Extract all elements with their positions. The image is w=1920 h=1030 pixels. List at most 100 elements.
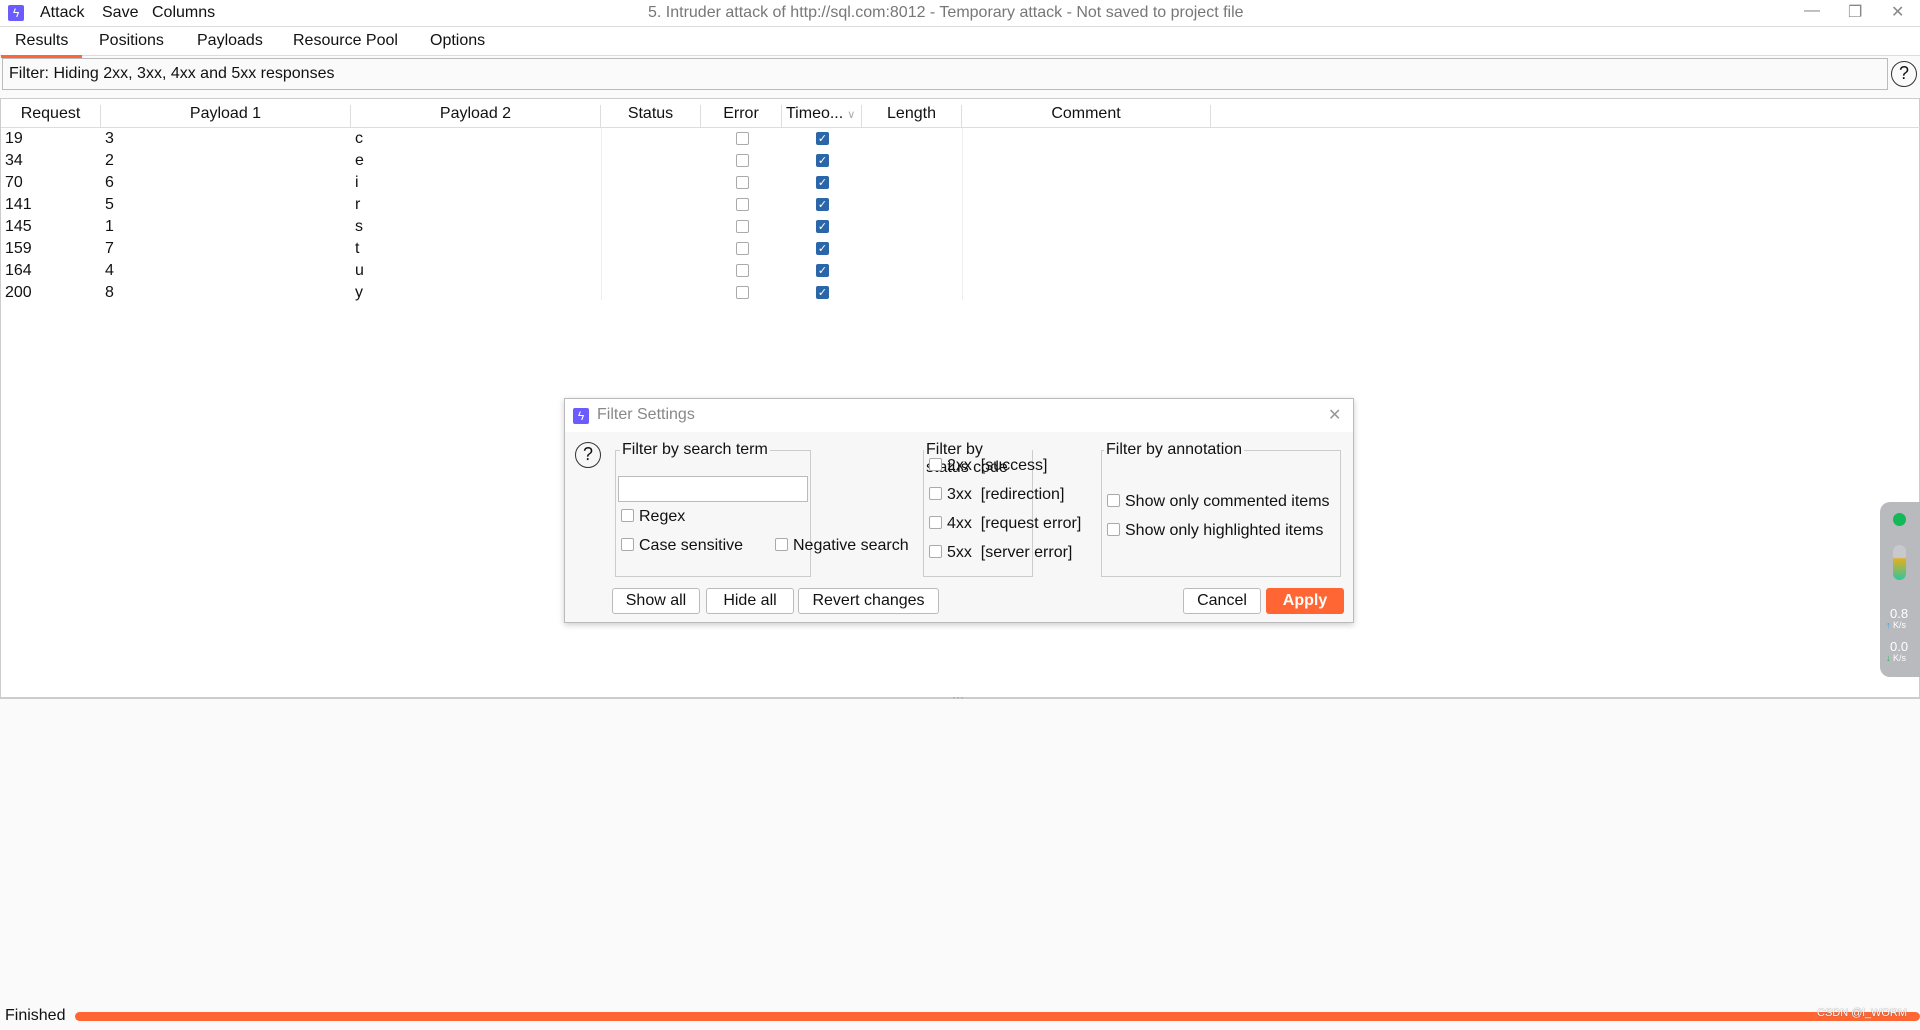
request-cell: 145 [5,218,32,235]
close-icon[interactable]: ✕ [1891,2,1904,22]
request-cell: 141 [5,196,32,213]
tab-options[interactable]: Options [430,32,485,50]
minimize-icon[interactable]: — [1804,2,1820,20]
menu-save[interactable]: Save [102,4,138,22]
payload1-cell: 2 [105,152,114,169]
table-row[interactable]: 34 2 e ✓ [1,150,1211,172]
col-timeout[interactable]: Timeo... ∨ [782,105,862,127]
window-title: 5. Intruder attack of http://sql.com:801… [648,4,1244,21]
commented-items-checkbox[interactable]: Show only commented items [1107,493,1330,511]
highlighted-items-label: Show only highlighted items [1125,522,1324,539]
burp-logo-icon: ϟ [8,5,24,21]
payload1-cell: 7 [105,240,114,257]
cancel-button[interactable]: Cancel [1183,588,1261,614]
checkbox-box[interactable] [1107,523,1120,536]
dialog-help-icon[interactable]: ? [575,442,601,468]
checkbox-box[interactable] [929,516,942,529]
commented-items-label: Show only commented items [1125,493,1330,510]
unit-label: K/s [1893,653,1907,663]
checkbox-box[interactable] [621,538,634,551]
table-row[interactable]: 70 6 i ✓ [1,172,1211,194]
table-row[interactable]: 19 3 c ✓ [1,128,1211,150]
table-row[interactable]: 164 4 u ✓ [1,260,1211,282]
request-cell: 70 [5,174,23,191]
revert-changes-button[interactable]: Revert changes [798,588,939,614]
status-desc: [success] [980,457,1048,474]
checkbox-box[interactable] [929,458,942,471]
col-status[interactable]: Status [601,105,701,127]
drag-handle-icon[interactable]: ··· [952,690,964,704]
checkbox-box[interactable] [929,487,942,500]
status-code: 3xx [947,486,972,503]
table-row[interactable]: 145 1 s ✓ [1,216,1211,238]
payload1-cell: 3 [105,130,114,147]
show-all-button[interactable]: Show all [612,588,700,614]
payload1-cell: 6 [105,174,114,191]
col-error[interactable]: Error [701,105,782,127]
tab-payloads[interactable]: Payloads [197,32,263,50]
payload2-cell: u [355,262,364,279]
checkbox-box[interactable] [775,538,788,551]
restore-icon[interactable]: ❐ [1848,2,1862,22]
payload2-cell: i [355,174,359,191]
regex-label: Regex [639,508,686,525]
error-checkbox [736,220,749,233]
tab-positions[interactable]: Positions [99,32,164,50]
filter-bar[interactable]: Filter: Hiding 2xx, 3xx, 4xx and 5xx res… [2,58,1888,90]
hide-all-button[interactable]: Hide all [706,588,794,614]
error-checkbox [736,286,749,299]
menu-columns[interactable]: Columns [152,4,215,22]
annotation-group: Filter by annotation Show only commented… [1101,441,1341,577]
error-checkbox [736,242,749,255]
status-3xx-checkbox[interactable]: 3xx [redirection] [929,486,1064,504]
filter-settings-dialog: ϟ Filter Settings ✕ ? Filter by search t… [564,398,1354,623]
tab-results[interactable]: Results [0,32,83,58]
negative-search-checkbox[interactable]: Negative search [775,537,909,555]
sort-chevron-icon: ∨ [847,109,856,121]
timeout-checkbox: ✓ [816,132,829,145]
apply-button[interactable]: Apply [1266,588,1344,614]
annotation-group-label: Filter by annotation [1104,441,1245,459]
col-length[interactable]: Length [862,105,962,127]
checkbox-box[interactable] [929,545,942,558]
status-desc: [server error] [980,544,1073,561]
request-cell: 19 [5,130,23,147]
error-checkbox [736,264,749,277]
payload2-cell: t [355,240,360,257]
table-row[interactable]: 200 8 y ✓ [1,282,1211,304]
status-5xx-checkbox[interactable]: 5xx [server error] [929,544,1072,562]
checkbox-box[interactable] [1107,494,1120,507]
col-payload2[interactable]: Payload 2 [351,105,601,127]
payload1-cell: 4 [105,262,114,279]
status-4xx-checkbox[interactable]: 4xx [request error] [929,515,1081,533]
timeout-checkbox: ✓ [816,242,829,255]
dialog-titlebar: ϟ Filter Settings ✕ [565,399,1353,432]
highlighted-items-checkbox[interactable]: Show only highlighted items [1107,522,1323,540]
payload1-cell: 1 [105,218,114,235]
search-term-input[interactable] [618,476,808,502]
checkbox-box[interactable] [621,509,634,522]
col-request[interactable]: Request [1,105,101,127]
payload2-cell: r [355,196,361,213]
error-checkbox [736,176,749,189]
negative-search-label: Negative search [793,537,909,554]
status-2xx-checkbox[interactable]: 2xx [success] [929,457,1047,475]
status-dot-icon [1893,513,1906,526]
help-icon[interactable]: ? [1891,61,1917,87]
regex-checkbox[interactable]: Regex [621,508,685,526]
error-checkbox [736,154,749,167]
payload1-cell: 5 [105,196,114,213]
upload-unit: ↑ K/s [1886,620,1906,630]
dialog-title: Filter Settings [597,406,695,423]
col-comment[interactable]: Comment [962,105,1211,127]
table-row[interactable]: 159 7 t ✓ [1,238,1211,260]
dialog-close-icon[interactable]: ✕ [1328,405,1341,425]
request-cell: 164 [5,262,32,279]
status-code: 2xx [947,457,972,474]
menu-attack[interactable]: Attack [40,4,84,22]
tab-resource-pool[interactable]: Resource Pool [293,32,398,50]
download-speed: 0.0 [1890,639,1909,654]
case-sensitive-checkbox[interactable]: Case sensitive [621,537,743,555]
table-row[interactable]: 141 5 r ✓ [1,194,1211,216]
col-payload1[interactable]: Payload 1 [101,105,351,127]
